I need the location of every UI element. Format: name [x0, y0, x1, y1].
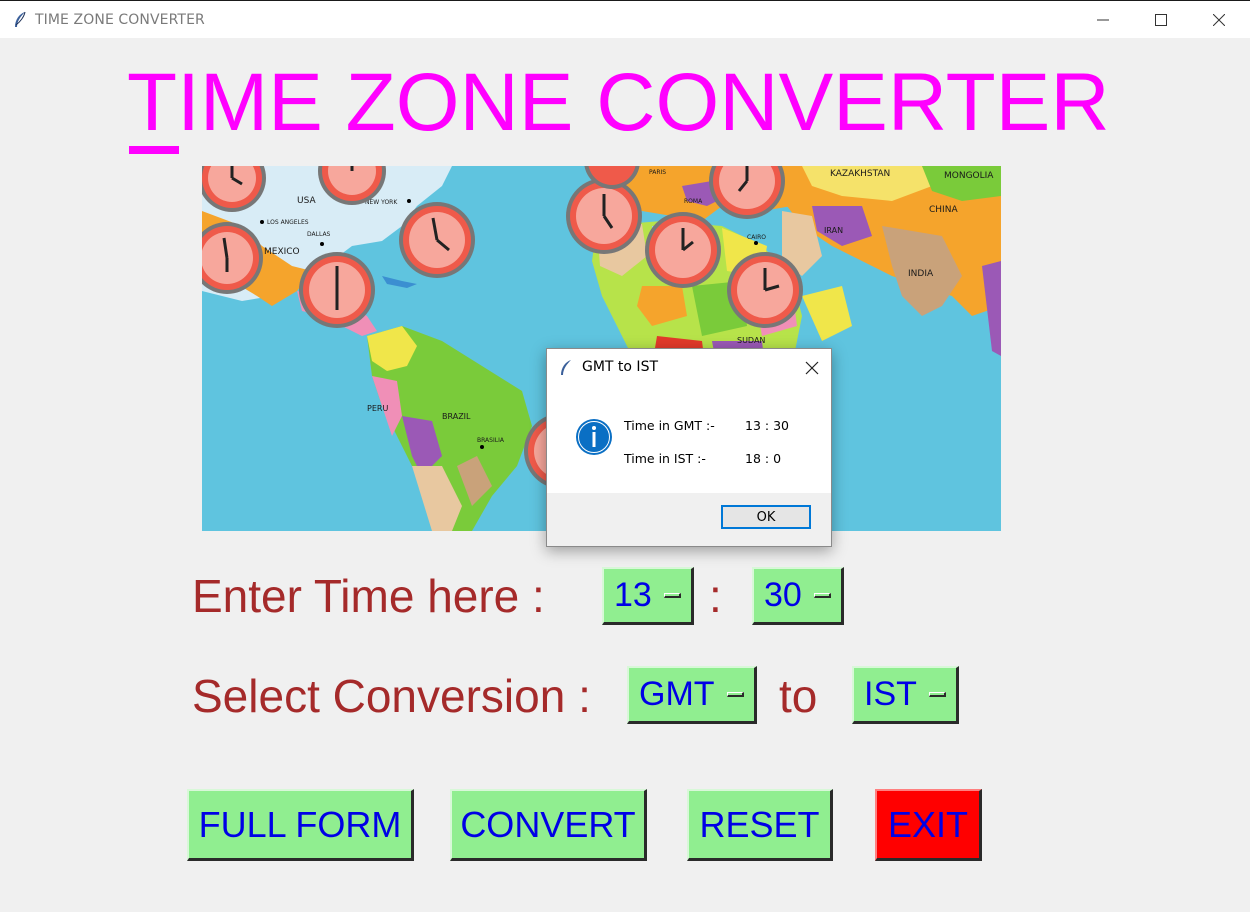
hour-value: 13 [614, 576, 652, 614]
full-form-button[interactable]: FULL FORM [187, 789, 414, 861]
maximize-button[interactable] [1138, 1, 1184, 39]
map-label-cairo: CAIRO [747, 234, 766, 241]
hour-dropdown[interactable]: 13 [602, 567, 694, 625]
app-heading: TIME ZONE CONVERTER [127, 57, 1110, 154]
gmt-label: Time in GMT :- [624, 418, 715, 433]
to-label: to [779, 670, 818, 722]
reset-button[interactable]: RESET [687, 789, 833, 861]
to-zone-value: IST [864, 675, 917, 713]
gmt-value: 13 : 30 [745, 418, 789, 433]
map-label-roma: ROMA [684, 198, 703, 205]
exit-button[interactable]: EXIT [875, 789, 982, 861]
window-titlebar: TIME ZONE CONVERTER [0, 0, 1250, 38]
heading-rest: IME ZONE CONVERTER [177, 57, 1110, 148]
select-conversion-label: Select Conversion : [192, 670, 591, 722]
info-icon [576, 419, 612, 455]
close-icon [1213, 14, 1225, 26]
map-label-brasilia: BRASILIA [477, 437, 505, 444]
map-label-sudan: SUDAN [737, 336, 765, 345]
minute-dropdown[interactable]: 30 [752, 567, 844, 625]
feather-icon [561, 360, 571, 375]
map-label-kazakhstan: KAZAKHSTAN [830, 169, 890, 179]
feather-icon [15, 11, 26, 27]
map-label-paris: PARIS [649, 169, 666, 176]
dropdown-indicator-icon [727, 691, 744, 697]
dropdown-indicator-icon [929, 691, 946, 697]
result-dialog: GMT to IST Time in GMT :- 13 : 30 Time in… [546, 348, 832, 547]
minute-value: 30 [764, 576, 802, 614]
close-window-button[interactable] [1196, 1, 1242, 39]
dialog-footer: OK [547, 493, 831, 546]
maximize-icon [1155, 14, 1167, 26]
ist-value: 18 : 0 [745, 451, 782, 466]
from-zone-dropdown[interactable]: GMT [627, 666, 757, 724]
to-zone-dropdown[interactable]: IST [852, 666, 959, 724]
map-label-los-angeles: LOS ANGELES [267, 219, 309, 226]
map-label-new-york: NEW YORK [365, 199, 398, 206]
map-label-dallas: DALLAS [307, 231, 331, 238]
ist-label: Time in IST :- [624, 451, 706, 466]
ist-row: Time in IST :- 18 : 0 [624, 451, 781, 466]
map-label-mongolia: MONGOLIA [944, 171, 994, 181]
from-zone-value: GMT [639, 675, 715, 713]
map-label-china: CHINA [929, 205, 958, 215]
map-label-mexico: MEXICO [264, 247, 300, 257]
minimize-icon [1097, 19, 1109, 21]
dialog-close-icon[interactable] [805, 361, 819, 375]
time-colon: : [709, 570, 722, 622]
gmt-row: Time in GMT :- 13 : 30 [624, 418, 789, 433]
enter-time-label: Enter Time here : [192, 570, 545, 622]
map-label-usa: USA [297, 196, 316, 206]
ok-button[interactable]: OK [721, 505, 811, 529]
map-label-iran: IRAN [824, 226, 843, 235]
heading-first-letter: T [127, 57, 180, 154]
map-label-peru: PERU [367, 404, 388, 413]
dropdown-indicator-icon [814, 592, 831, 598]
convert-button[interactable]: CONVERT [450, 789, 647, 861]
dialog-title: GMT to IST [582, 359, 659, 375]
minimize-button[interactable] [1080, 1, 1126, 39]
dropdown-indicator-icon [664, 592, 681, 598]
map-label-brazil: BRAZIL [442, 412, 471, 421]
map-label-india: INDIA [908, 269, 934, 279]
window-title: TIME ZONE CONVERTER [35, 12, 205, 28]
